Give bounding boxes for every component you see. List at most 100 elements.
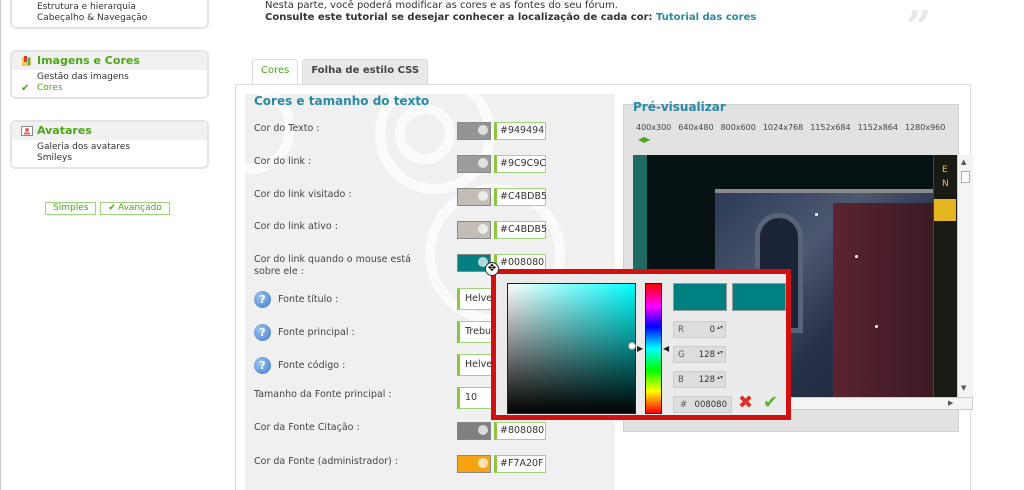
- active-link-label: Cor do link ativo :: [254, 221, 338, 232]
- tutorial-link[interactable]: Tutorial das cores: [656, 12, 756, 23]
- link-color-label: Cor do link :: [254, 156, 312, 167]
- preview-side-letters: E N: [942, 163, 949, 191]
- preview-side-tag: [934, 199, 956, 221]
- green-field[interactable]: G 128 ▴▾: [673, 346, 726, 363]
- palette-icon: [22, 56, 31, 66]
- new-color-preview: [673, 283, 727, 311]
- visited-link-swatch[interactable]: [457, 188, 491, 206]
- preview-title: Pré-visualizar: [633, 100, 726, 114]
- hex-value: 008080: [694, 400, 727, 410]
- preview-vertical-scrollbar[interactable]: ▲ ▼: [957, 155, 973, 397]
- sidebar-box-title: Avatares: [37, 124, 92, 137]
- admin-font-color-label: Cor da Fonte (administrador) :: [254, 456, 398, 467]
- intro-tutorial-line: Consulte este tutorial se desejar conhec…: [265, 12, 756, 23]
- spinner-icon[interactable]: ▴▾: [717, 349, 723, 356]
- scroll-right-icon[interactable]: ▶: [948, 399, 953, 407]
- resolution-option[interactable]: 800x600: [721, 123, 756, 132]
- section-title: Cores e tamanho do texto: [254, 94, 430, 108]
- text-color-label: Cor do Texto :: [254, 123, 320, 134]
- red-label: R: [678, 325, 684, 335]
- title-font-label: Fonte título :: [278, 294, 339, 305]
- sidebar-item-structure[interactable]: Estrutura e hierarquia: [37, 2, 207, 13]
- hue-arrow-left-icon: ▶: [637, 344, 644, 353]
- blue-field[interactable]: B 128 ▴▾: [673, 371, 726, 388]
- link-color-input[interactable]: #9C9C9C: [494, 155, 546, 173]
- admin-font-color-input[interactable]: #F7A20F: [494, 455, 546, 473]
- spinner-icon[interactable]: ▴▾: [717, 374, 723, 381]
- sidebar-item-header-nav[interactable]: Cabeçalho & Navegação: [37, 13, 207, 24]
- green-label: G: [678, 350, 685, 360]
- checkmark-icon: ✔: [21, 83, 30, 94]
- sidebar-item-label: Cores: [37, 83, 63, 93]
- decorative-swirl: [395, 104, 455, 164]
- sidebar-box-avatars: Avatares Galeria dos avatares Smileys: [10, 120, 209, 169]
- blue-label: B: [678, 375, 684, 385]
- sidebar-box-images-colors: Imagens e Cores Gestão das imagens ✔ Cor…: [10, 50, 209, 99]
- intro-tutorial-text: Consulte este tutorial se desejar conhec…: [265, 12, 656, 23]
- blue-value: 128: [698, 375, 715, 385]
- red-field[interactable]: R 0 ▴▾: [673, 321, 726, 338]
- main-font-label: Fonte principal :: [278, 327, 355, 338]
- quote-font-color-label: Cor da Fonte Citação :: [254, 422, 360, 433]
- green-value: 128: [698, 350, 715, 360]
- sidebar-item-image-management[interactable]: Gestão das imagens: [37, 72, 207, 83]
- intro-text: Nesta parte, você poderá modificar as co…: [265, 0, 618, 11]
- snowflake: [815, 213, 818, 216]
- hex-label: #: [680, 400, 688, 410]
- quote-icon: ”: [906, 2, 932, 53]
- resolution-option[interactable]: 1152x684: [810, 123, 850, 132]
- resolution-list: 400x300 640x480 800x600 1024x768 1152x68…: [636, 123, 945, 132]
- quote-font-color-swatch[interactable]: [457, 422, 491, 440]
- mode-switch: Simples ✔ Avançado: [45, 202, 170, 215]
- resize-arrows-icon[interactable]: ◀▶: [638, 135, 650, 144]
- scrollbar-thumb[interactable]: [961, 171, 970, 183]
- tab-css[interactable]: Folha de estilo CSS: [302, 59, 429, 84]
- font-size-label: Tamanho da Fonte principal :: [254, 389, 392, 400]
- resolution-option[interactable]: 1024x768: [763, 123, 803, 132]
- sidebar-box-header: Avatares: [12, 122, 207, 140]
- help-icon[interactable]: ?: [254, 324, 271, 341]
- sidebar-item-avatar-gallery[interactable]: Galeria dos avatares: [37, 142, 207, 153]
- help-icon[interactable]: ?: [254, 291, 271, 308]
- resolution-option[interactable]: 400x300: [636, 123, 671, 132]
- visited-link-input[interactable]: #C4BDB5: [494, 188, 547, 206]
- code-font-label: Fonte código :: [278, 360, 346, 371]
- sidebar-item-smileys[interactable]: Smileys: [37, 153, 207, 164]
- current-color-preview[interactable]: [732, 283, 786, 311]
- preview-side-letter: E: [942, 165, 948, 175]
- resolution-option[interactable]: 1280x960: [905, 123, 945, 132]
- admin-font-color-swatch[interactable]: [457, 455, 491, 473]
- text-color-swatch[interactable]: [457, 122, 491, 140]
- spinner-icon[interactable]: ▴▾: [717, 324, 723, 331]
- text-color-input[interactable]: #949494: [494, 122, 546, 140]
- link-color-swatch[interactable]: [457, 155, 491, 173]
- visited-link-label: Cor do link visitado :: [254, 189, 352, 200]
- preview-side-letter: N: [942, 179, 949, 189]
- quote-font-color-input[interactable]: #808080: [494, 422, 546, 440]
- advanced-mode-button[interactable]: ✔ Avançado: [100, 202, 170, 215]
- cancel-icon[interactable]: ✖: [738, 393, 753, 413]
- active-link-input[interactable]: #C4BDB5: [494, 221, 547, 239]
- saturation-value-field[interactable]: [507, 283, 636, 414]
- hue-arrow-right-icon: ◀: [663, 344, 670, 353]
- scroll-down-icon[interactable]: ▼: [961, 384, 966, 392]
- resolution-option[interactable]: 640x480: [678, 123, 713, 132]
- hover-link-label-line1: Cor do link quando o mouse está: [254, 254, 411, 265]
- page: Estrutura e hierarquia Cabeçalho & Naveg…: [0, 0, 1024, 490]
- simple-mode-button[interactable]: Simples: [45, 202, 97, 215]
- sidebar-item-colors[interactable]: ✔ Cores: [21, 83, 207, 94]
- color-field-cursor[interactable]: [628, 342, 636, 350]
- tab-colors[interactable]: Cores: [252, 59, 299, 84]
- red-value: 0: [709, 325, 715, 335]
- resolution-option[interactable]: 1152x864: [858, 123, 898, 132]
- scroll-up-icon[interactable]: ▲: [961, 158, 966, 166]
- hue-slider[interactable]: [645, 283, 662, 414]
- checkmark-icon: ✔: [108, 203, 116, 213]
- hex-field[interactable]: # 008080: [673, 396, 732, 413]
- confirm-icon[interactable]: ✔: [763, 393, 778, 413]
- snowflake: [875, 325, 878, 328]
- help-icon[interactable]: ?: [254, 357, 271, 374]
- active-link-swatch[interactable]: [457, 221, 491, 239]
- color-picker-popup: ▶ ◀ R 0 ▴▾ G 128 ▴▾ B 128 ▴▾ # 008080 ✖ …: [491, 269, 791, 420]
- color-picker-icon: [478, 191, 488, 201]
